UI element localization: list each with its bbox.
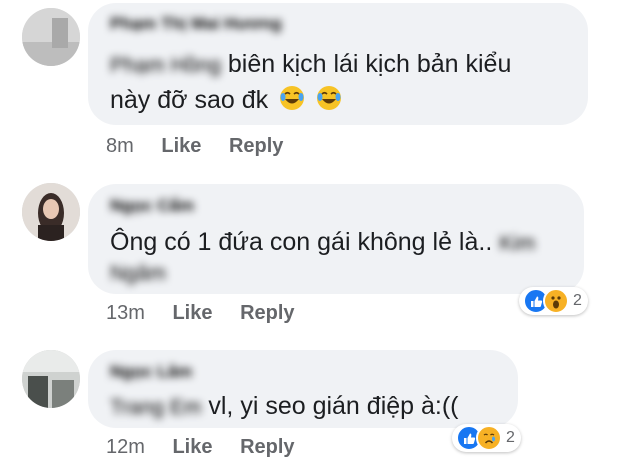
comment-timestamp[interactable]: 8m	[106, 135, 134, 157]
avatar[interactable]	[22, 183, 80, 241]
avatar[interactable]	[22, 8, 80, 66]
like-button[interactable]: Like	[172, 302, 212, 324]
comment-timestamp[interactable]: 12m	[106, 436, 145, 458]
avatar-image	[22, 350, 80, 408]
reply-button[interactable]: Reply	[240, 302, 294, 324]
comment-author[interactable]: Phạm Thị Mai Hương	[110, 14, 282, 34]
like-button[interactable]: Like	[172, 436, 212, 458]
avatar-image	[22, 8, 80, 66]
like-button[interactable]: Like	[161, 135, 201, 157]
comment-text-line2-wrap: này đỡ sao đk	[110, 80, 342, 120]
comment-actions: 13m Like Reply	[106, 302, 295, 325]
reaction-count: 2	[506, 429, 515, 446]
avatar[interactable]	[22, 350, 80, 408]
wow-icon	[543, 288, 569, 314]
reaction-summary[interactable]: 2	[519, 287, 588, 315]
comment-text: Trang Em vl, yi seo gián điệp à:((	[110, 386, 459, 428]
comment-actions: 8m Like Reply	[106, 135, 283, 158]
reaction-count: 2	[573, 292, 582, 309]
face-with-tears-of-joy-icon	[280, 86, 305, 110]
comment-actions: 12m Like Reply	[106, 436, 295, 459]
comment-text: Ông có 1 đứa con gái không lẻ là.. Kim	[110, 222, 535, 264]
comment-text-line2: này đỡ sao đk	[110, 86, 269, 114]
comment-timestamp[interactable]: 13m	[106, 302, 145, 324]
reaction-summary[interactable]: 2	[452, 424, 521, 452]
reply-button[interactable]: Reply	[229, 135, 283, 157]
face-with-tears-of-joy-icon	[317, 86, 342, 110]
comment-author[interactable]: Ngọc Lâm	[110, 362, 192, 382]
mention-tag[interactable]: Trang Em	[110, 388, 201, 428]
comment-text-line1: biên kịch lái kịch bản kiểu	[227, 50, 512, 78]
mention-tag[interactable]: Ngâm	[110, 254, 166, 294]
comment-text-line1: Ông có 1 đứa con gái không lẻ là..	[110, 228, 493, 256]
mention-tag[interactable]: Kim	[499, 224, 535, 264]
reply-button[interactable]: Reply	[240, 436, 294, 458]
comment-text-line2-wrap: Ngâm	[110, 252, 166, 294]
comment-author[interactable]: Ngọc Cẩm	[110, 196, 194, 216]
sad-icon	[476, 425, 502, 451]
comment-text-line1: vl, yi seo gián điệp à:((	[208, 392, 459, 420]
avatar-image	[22, 183, 80, 241]
